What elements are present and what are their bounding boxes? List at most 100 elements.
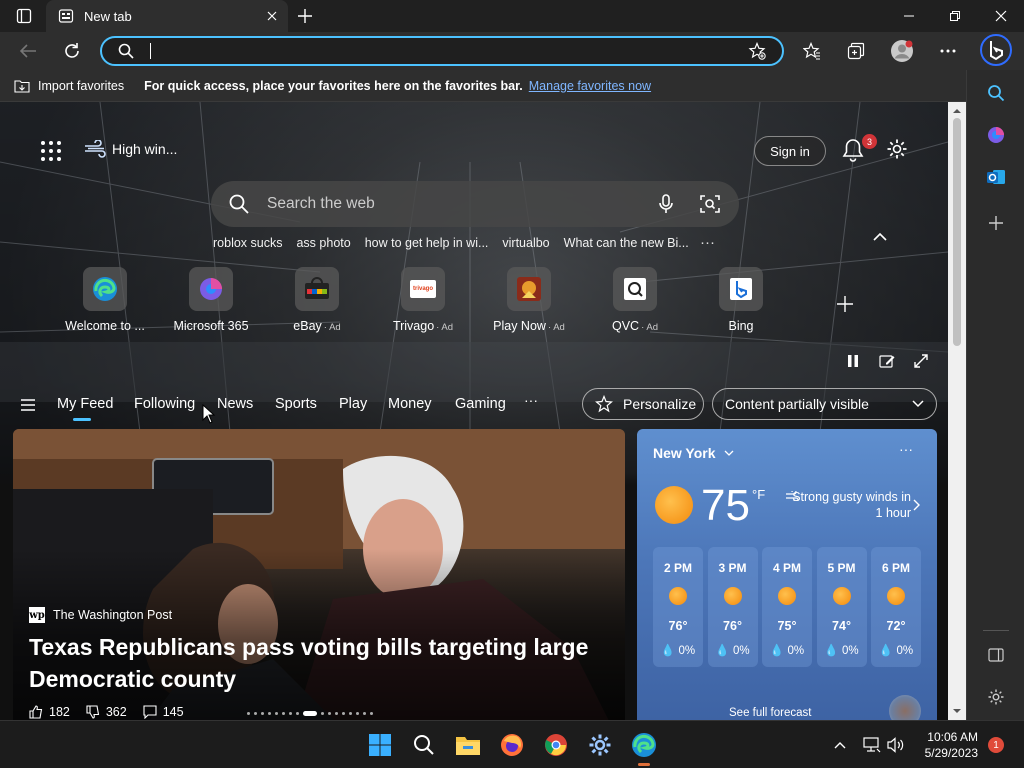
- scroll-down-arrow-icon[interactable]: [952, 706, 962, 716]
- tab-following[interactable]: Following: [134, 396, 195, 412]
- new-tab-plus-icon[interactable]: [292, 4, 318, 28]
- quick-link-bing[interactable]: Bing: [686, 267, 796, 333]
- show-hidden-icons-chevron-icon[interactable]: [830, 735, 850, 755]
- close-window-icon[interactable]: [978, 0, 1024, 32]
- carousel-dot[interactable]: [275, 712, 278, 715]
- trending-item[interactable]: virtualbo: [502, 236, 549, 252]
- expand-icon[interactable]: [912, 352, 930, 370]
- carousel-dot-active[interactable]: [303, 711, 317, 716]
- carousel-dot[interactable]: [363, 712, 366, 715]
- edit-background-icon[interactable]: [878, 352, 896, 370]
- file-explorer-icon[interactable]: [452, 729, 484, 761]
- hero-story-card[interactable]: wp The Washington Post Texas Republicans…: [13, 429, 625, 720]
- carousel-dot[interactable]: [370, 712, 373, 715]
- sidebar-add-icon[interactable]: [981, 208, 1011, 238]
- trending-item[interactable]: how to get help in wi...: [365, 236, 489, 252]
- browser-tab[interactable]: New tab: [46, 0, 288, 32]
- tab-my-feed[interactable]: My Feed: [57, 396, 113, 421]
- sidebar-hide-icon[interactable]: [981, 640, 1011, 670]
- carousel-dot[interactable]: [342, 712, 345, 715]
- carousel-dot[interactable]: [268, 712, 271, 715]
- scrollbar-thumb[interactable]: [953, 118, 961, 346]
- notification-center-badge[interactable]: 1: [988, 737, 1004, 753]
- trending-more-button[interactable]: ···: [700, 234, 715, 251]
- weather-location-selector[interactable]: New York: [653, 445, 734, 461]
- sidebar-microsoft365-icon[interactable]: [981, 120, 1011, 150]
- quick-link-welcome[interactable]: Welcome to ...: [50, 267, 160, 333]
- network-icon[interactable]: [862, 735, 882, 755]
- sign-in-button[interactable]: Sign in: [754, 136, 826, 166]
- tab-gaming[interactable]: Gaming: [455, 396, 506, 412]
- windows-start-icon[interactable]: [364, 729, 396, 761]
- carousel-dot[interactable]: [356, 712, 359, 715]
- collections-icon[interactable]: [840, 36, 872, 66]
- personalize-button[interactable]: Personalize: [582, 388, 704, 420]
- sidebar-search-icon[interactable]: [981, 78, 1011, 108]
- profile-avatar-icon[interactable]: [886, 36, 918, 66]
- minimize-icon[interactable]: [886, 0, 932, 32]
- tab-money[interactable]: Money: [388, 396, 432, 412]
- dislike-button[interactable]: 362: [86, 705, 127, 719]
- chevron-right-icon[interactable]: [913, 499, 921, 511]
- add-favorite-star-icon[interactable]: [746, 40, 768, 62]
- weather-mini-widget[interactable]: High win...: [84, 140, 177, 158]
- trending-item[interactable]: ass photo: [296, 236, 350, 252]
- like-button[interactable]: 182: [29, 705, 70, 719]
- carousel-dot[interactable]: [282, 712, 285, 715]
- quick-link-ebay[interactable]: eBay · Ad: [262, 267, 372, 333]
- quick-link-trivago[interactable]: trivago Trivago · Ad: [368, 267, 478, 333]
- carousel-dot[interactable]: [328, 712, 331, 715]
- carousel-dot[interactable]: [335, 712, 338, 715]
- bing-copilot-icon[interactable]: [978, 32, 1014, 68]
- feed-more-button[interactable]: ···: [524, 392, 538, 408]
- volume-icon[interactable]: [886, 735, 906, 755]
- firefox-icon[interactable]: [496, 729, 528, 761]
- refresh-icon[interactable]: [56, 36, 88, 66]
- tab-sports[interactable]: Sports: [275, 396, 317, 412]
- trending-item[interactable]: roblox sucks: [213, 236, 282, 252]
- settings-gear-app-icon[interactable]: [584, 729, 616, 761]
- weather-promo-avatar[interactable]: [889, 695, 921, 720]
- visual-search-icon[interactable]: [699, 193, 721, 215]
- apps-grid-icon[interactable]: [40, 140, 64, 164]
- address-bar[interactable]: [100, 36, 784, 66]
- scroll-up-arrow-icon[interactable]: [952, 106, 962, 116]
- page-scrollbar[interactable]: [948, 102, 966, 720]
- settings-more-icon[interactable]: [932, 36, 964, 66]
- story-headline[interactable]: Texas Republicans pass voting bills targ…: [29, 631, 609, 695]
- close-tab-icon[interactable]: [260, 4, 284, 28]
- temperature-unit[interactable]: °F: [752, 487, 765, 502]
- taskbar-search-icon[interactable]: [408, 729, 440, 761]
- web-search-box[interactable]: Search the web: [211, 181, 739, 227]
- quick-link-play-now[interactable]: Play Now · Ad: [474, 267, 584, 333]
- tab-news[interactable]: News: [217, 396, 253, 412]
- page-settings-gear-icon[interactable]: [886, 138, 910, 162]
- carousel-dot[interactable]: [261, 712, 264, 715]
- manage-favorites-link[interactable]: Manage favorites now: [529, 79, 651, 93]
- carousel-dot[interactable]: [289, 712, 292, 715]
- edge-browser-icon[interactable]: [628, 729, 660, 766]
- content-visibility-dropdown[interactable]: Content partially visible: [712, 388, 937, 420]
- microphone-icon[interactable]: [655, 193, 677, 215]
- carousel-dot[interactable]: [254, 712, 257, 715]
- carousel-dot[interactable]: [349, 712, 352, 715]
- pause-icon[interactable]: [844, 352, 862, 370]
- hamburger-menu-icon[interactable]: [20, 398, 38, 414]
- add-quick-link-plus-icon[interactable]: [836, 295, 856, 315]
- carousel-dot[interactable]: [321, 712, 324, 715]
- weather-alert[interactable]: Strong gusty winds in 1 hour: [787, 489, 911, 521]
- quick-link-microsoft365[interactable]: Microsoft 365: [156, 267, 266, 333]
- tab-actions-menu-icon[interactable]: [8, 6, 40, 26]
- trending-item[interactable]: What can the new Bi...: [564, 236, 689, 252]
- favorites-icon[interactable]: [796, 36, 828, 66]
- carousel-dot[interactable]: [247, 712, 250, 715]
- chevron-up-icon[interactable]: [872, 230, 888, 242]
- system-clock[interactable]: 10:06 AM 5/29/2023: [920, 729, 978, 761]
- weather-more-button[interactable]: ···: [899, 441, 913, 457]
- see-full-forecast-button[interactable]: See full forecast: [729, 707, 811, 719]
- comment-button[interactable]: 145: [143, 705, 184, 719]
- chrome-icon[interactable]: [540, 729, 572, 761]
- back-arrow-icon[interactable]: [12, 36, 44, 66]
- weather-card[interactable]: New York ··· 75 °F Strong gusty winds in…: [637, 429, 937, 720]
- tab-play[interactable]: Play: [339, 396, 367, 412]
